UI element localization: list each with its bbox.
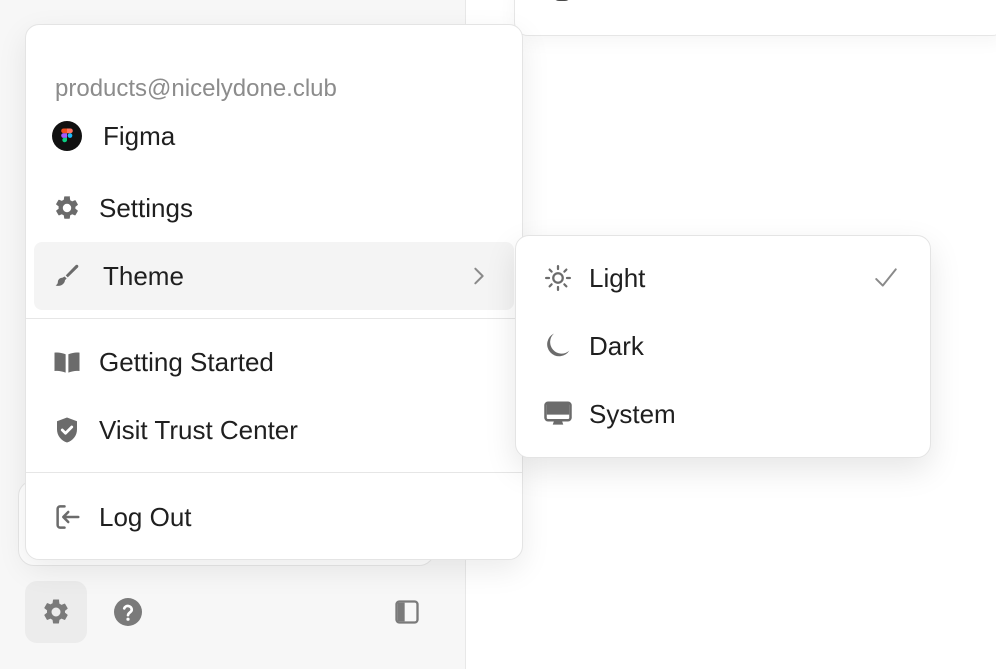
menu-divider: [26, 472, 522, 473]
menu-item-theme[interactable]: Theme: [34, 242, 514, 310]
monitor-icon: [542, 398, 574, 430]
help-button[interactable]: [97, 581, 159, 643]
theme-option-dark[interactable]: Dark: [524, 313, 922, 379]
checkmark-icon: [875, 268, 897, 287]
toggle-sidebar-button[interactable]: [376, 581, 438, 643]
menu-item-label: Theme: [103, 261, 184, 291]
account-email: products@nicelydone.club: [55, 75, 337, 102]
menu-item-figma[interactable]: Figma: [34, 102, 514, 170]
menu-item-label: Visit Trust Center: [99, 415, 298, 445]
menu-item-getting-started[interactable]: Getting Started: [34, 328, 514, 396]
menu-item-settings[interactable]: Settings: [34, 174, 514, 242]
menu-item-label: Log Out: [99, 502, 192, 532]
paintbrush-icon: [52, 261, 82, 291]
sun-icon: [542, 262, 574, 294]
menu-divider: [26, 318, 522, 319]
menu-item-label: Settings: [99, 193, 193, 223]
book-icon: [52, 347, 82, 377]
card-icon: [553, 0, 571, 1]
theme-option-label: Light: [589, 263, 646, 293]
settings-button[interactable]: [25, 581, 87, 643]
menu-item-log-out[interactable]: Log Out: [34, 483, 514, 551]
theme-option-label: System: [589, 399, 676, 429]
theme-option-light[interactable]: Light: [524, 245, 922, 311]
theme-option-label: Dark: [589, 331, 644, 361]
menu-item-label: Figma: [103, 121, 176, 151]
menu-item-visit-trust-center[interactable]: Visit Trust Center: [34, 396, 514, 464]
chevron-right-icon: [474, 267, 484, 285]
menu-item-label: Getting Started: [99, 347, 274, 377]
moon-icon: [542, 330, 574, 362]
theme-option-system[interactable]: System: [524, 381, 922, 447]
figma-logo-icon: [52, 121, 82, 151]
content-card: [514, 0, 996, 36]
shield-check-icon: [52, 415, 82, 445]
gear-icon: [52, 193, 82, 223]
account-menu: products@nicelydone.club Figma Settings: [25, 24, 523, 560]
gear-icon: [44, 599, 68, 624]
sidebar-toggle-icon: [395, 600, 419, 624]
logout-icon: [52, 502, 82, 532]
help-icon: [114, 598, 142, 626]
theme-submenu: Light Dark System: [515, 235, 931, 458]
